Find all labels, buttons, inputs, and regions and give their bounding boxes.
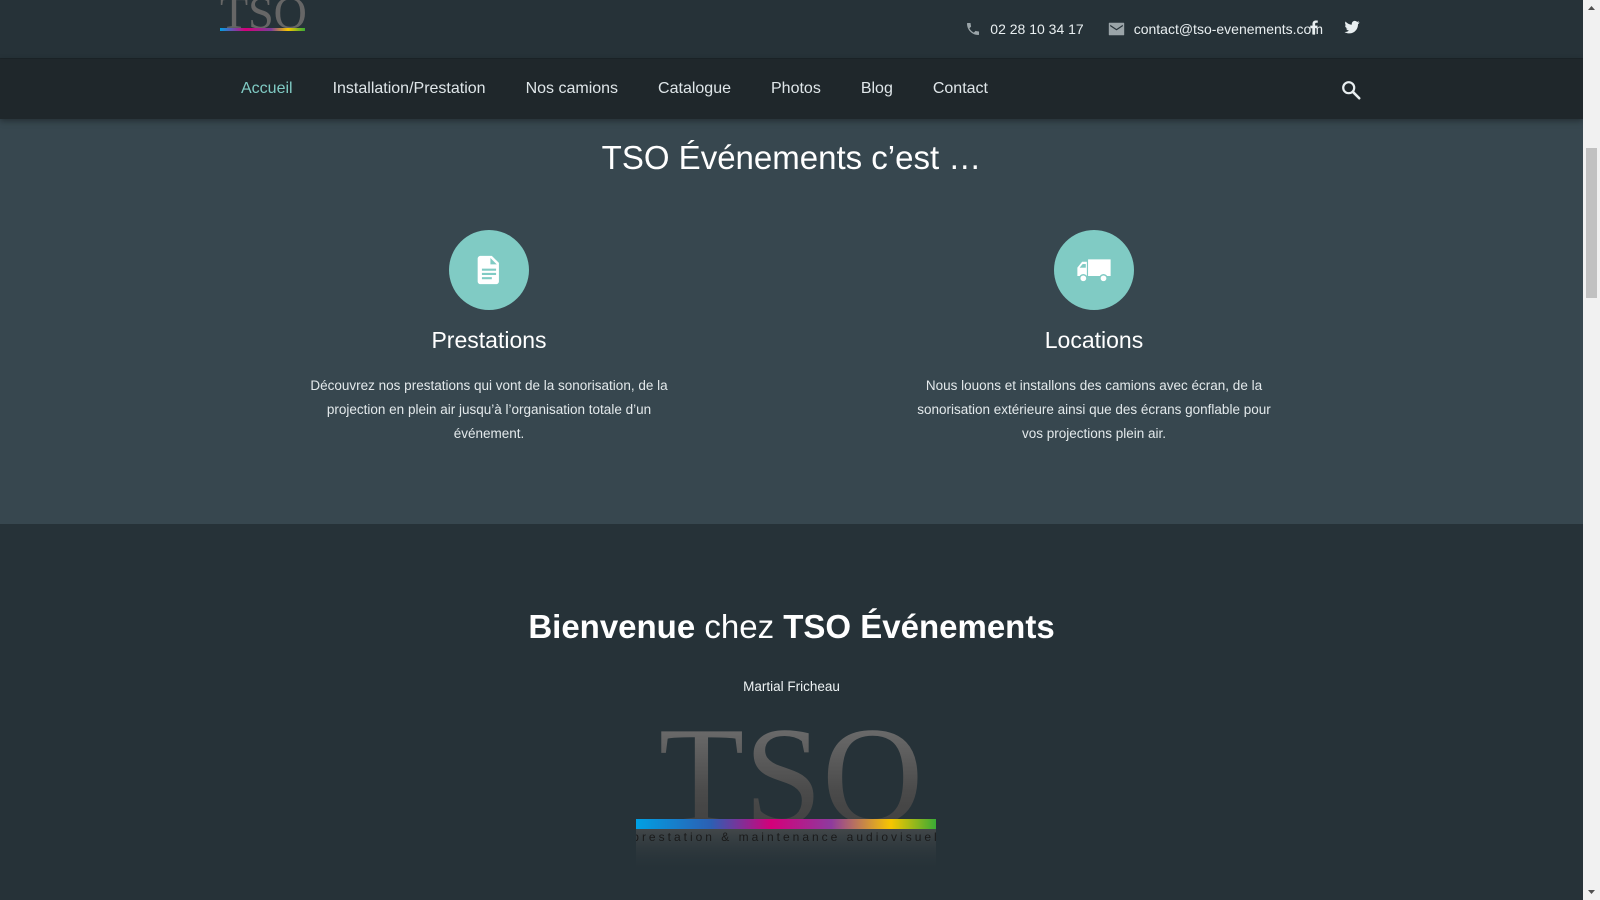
document-icon [477,255,499,285]
welcome-title: Bienvenue chez TSO Événements [0,608,1583,646]
features-section: TSO Événements c’est … Prestations Décou… [0,119,1583,524]
feature-prestations: Prestations Découvrez nos prestations qu… [279,230,699,446]
nav-item-blog[interactable]: Blog [861,80,893,98]
scroll-up-arrow-icon[interactable] [1583,0,1600,17]
locations-icon-circle[interactable] [1054,230,1134,310]
top-bar: TSO 02 28 10 34 17 contact@tso-evenement… [0,0,1583,59]
nav-item-accueil[interactable]: Accueil [241,80,293,98]
nav-menu: Accueil Installation/Prestation Nos cami… [241,59,988,119]
welcome-title-light: chez [695,608,784,645]
nav-item-nos-camions[interactable]: Nos camions [526,80,618,98]
phone-icon [967,22,980,35]
nav-item-contact[interactable]: Contact [933,80,988,98]
welcome-section: Bienvenue chez TSO Événements Martial Fr… [0,524,1583,900]
main-navbar: Accueil Installation/Prestation Nos cami… [0,59,1583,119]
nav-item-photos[interactable]: Photos [771,80,821,98]
author-name: Martial Fricheau [743,679,840,694]
feature-description: Nous louons et installons des camions av… [917,378,1271,441]
tso-logo-large: TSO prestation & maintenance audiovisuel [636,717,940,873]
scroll-down-arrow-icon[interactable] [1583,883,1600,900]
prestations-icon-circle[interactable] [449,230,529,310]
email-address: contact@tso-evenements.com [1133,20,1323,37]
nav-item-installation-prestation[interactable]: Installation/Prestation [333,80,486,98]
feature-locations: Locations Nous louons et installons des … [884,230,1304,446]
welcome-title-brand: TSO Événements [783,608,1055,645]
feature-title: Locations [1044,327,1144,353]
section-title: TSO Événements c’est … [601,139,982,176]
phone-number: 02 28 10 34 17 [990,20,1084,37]
phone-link[interactable]: 02 28 10 34 17 [965,20,1084,37]
twitter-icon[interactable] [1343,18,1361,36]
feature-title: Prestations [431,327,547,353]
contact-info: 02 28 10 34 17 contact@tso-evenements.co… [965,0,1323,57]
page-scrollbar[interactable] [1583,0,1600,900]
feature-description: Découvrez nos prestations qui vont de la… [310,378,668,441]
email-link[interactable]: contact@tso-evenements.com [1108,21,1323,37]
svg-text:TSO: TSO [220,0,307,38]
tso-logo-small[interactable]: TSO [220,0,310,42]
facebook-icon[interactable] [1305,18,1323,36]
mail-icon [1108,22,1124,35]
search-icon[interactable] [1340,79,1362,101]
svg-text:prestation & maintenance audio: prestation & maintenance audiovisuel [636,830,940,844]
nav-item-catalogue[interactable]: Catalogue [658,80,731,98]
welcome-title-bold: Bienvenue [528,608,696,645]
truck-icon [1077,259,1111,283]
scrollbar-thumb[interactable] [1586,148,1597,298]
social-links [1305,18,1361,36]
